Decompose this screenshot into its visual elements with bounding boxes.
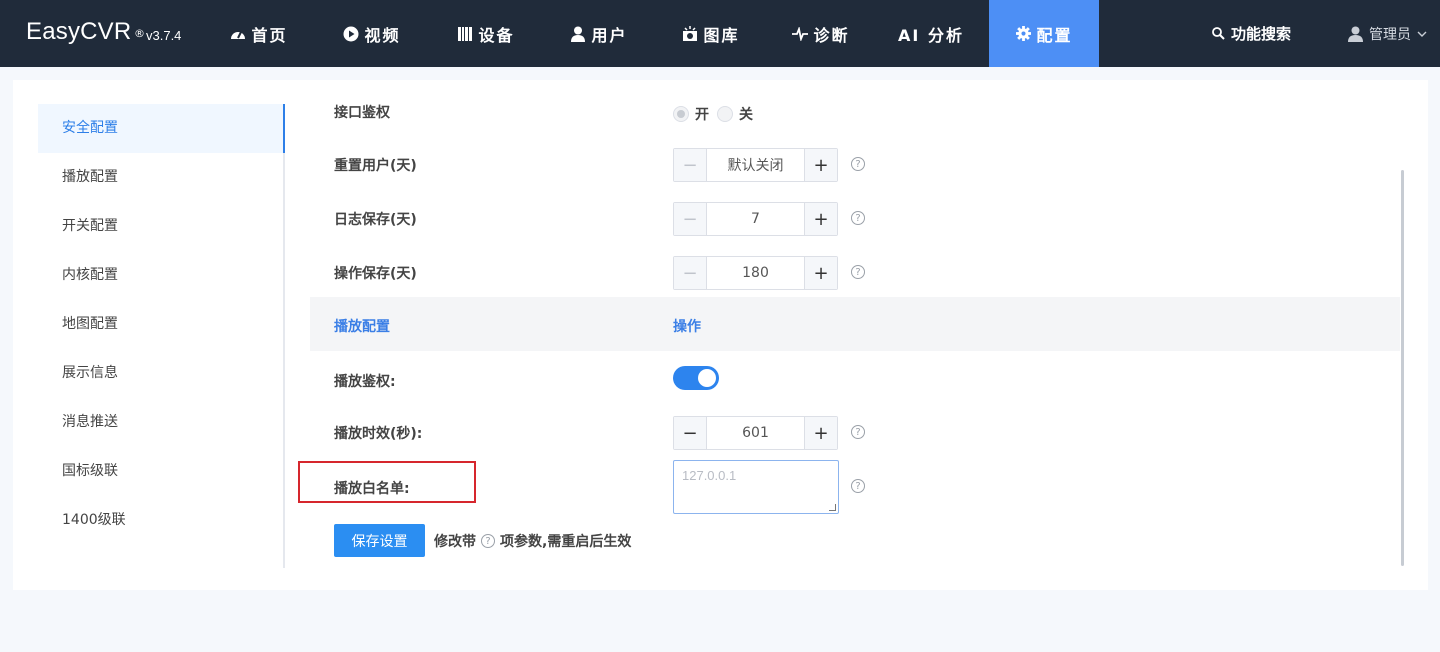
config-sidebar: 安全配置 播放配置 开关配置 内核配置 地图配置 展示信息 消息推送 国标级联 … [38,104,285,568]
sidebar-item-gb-cascade[interactable]: 国标级联 [38,447,283,496]
gallery-icon [682,25,698,42]
log-keep-value[interactable]: 7 [707,203,804,235]
sidebar-item-display-info[interactable]: 展示信息 [38,349,283,398]
pulse-icon [792,26,809,42]
api-auth-off-label[interactable]: 关 [739,104,753,124]
sidebar-item-1400-cascade[interactable]: 1400级联 [38,496,283,545]
user-icon [570,26,586,42]
api-auth-on-label[interactable]: 开 [695,104,709,124]
nav-ai-analysis[interactable]: AI 分析 [888,0,974,67]
dashboard-icon [230,26,246,42]
nav-config[interactable]: 配置 [989,0,1099,67]
user-menu[interactable]: 管理员 [1348,0,1427,67]
api-auth-radio-group: 开 关 [673,104,761,124]
feature-search[interactable]: 功能搜索 [1212,0,1291,67]
sidebar-item-security[interactable]: 安全配置 [38,104,285,153]
gear-icon [1015,26,1031,42]
log-keep-decrement-button[interactable]: − [674,203,707,235]
reset-user-decrement-button[interactable]: − [674,149,707,181]
play-timeout-decrement-button[interactable]: − [674,417,707,449]
sidebar-item-playback[interactable]: 播放配置 [38,153,283,202]
restart-note-help-icon: ? [481,534,495,548]
nav-user[interactable]: 用户 [556,0,642,67]
top-navbar: EasyCVR ® v3.7.4 首页 视频 设备 用户 图库 诊断 AI 分析… [0,0,1440,67]
sidebar-item-switches[interactable]: 开关配置 [38,202,283,251]
settings-card: 安全配置 播放配置 开关配置 内核配置 地图配置 展示信息 消息推送 国标级联 … [13,80,1428,590]
log-keep-stepper: − 7 + [673,202,838,236]
reset-user-row: 重置用户(天) − 默认关闭 + ? [310,148,1400,202]
reset-user-stepper: − 默认关闭 + [673,148,838,182]
content-scrollbar[interactable] [1401,170,1404,566]
annotation-highlight-box [298,461,476,503]
nav-home[interactable]: 首页 [216,0,302,67]
reset-user-increment-button[interactable]: + [804,149,837,181]
nav-home-label: 首页 [251,25,288,45]
app-version: v3.7.4 [146,28,182,43]
reset-user-help-icon[interactable]: ? [851,157,865,171]
operation-keep-increment-button[interactable]: + [804,257,837,289]
avatar-icon [1348,26,1363,42]
nav-video-label: 视频 [364,25,401,45]
resize-grip-icon[interactable] [829,504,836,511]
api-auth-on-radio[interactable] [673,106,689,122]
play-circle-icon [343,26,359,42]
nav-video[interactable]: 视频 [329,0,415,67]
log-keep-row: 日志保存(天) − 7 + ? [310,202,1400,256]
operation-keep-stepper: − 180 + [673,256,838,290]
play-timeout-stepper: − 601 + [673,416,838,450]
feature-search-label: 功能搜索 [1231,25,1292,43]
device-icon [457,26,473,42]
api-auth-label: 接口鉴权 [334,105,390,121]
api-auth-off-radio[interactable] [717,106,733,122]
play-timeout-help-icon[interactable]: ? [851,425,865,439]
play-whitelist-help-icon[interactable]: ? [851,479,865,493]
nav-diagnosis[interactable]: 诊断 [778,0,864,67]
nav-gallery-label: 图库 [703,25,740,45]
nav-config-label: 配置 [1036,25,1073,45]
reset-user-label: 重置用户(天) [334,158,417,174]
nav-device[interactable]: 设备 [443,0,529,67]
play-timeout-label: 播放时效(秒): [334,426,423,442]
log-keep-increment-button[interactable]: + [804,203,837,235]
play-timeout-increment-button[interactable]: + [804,417,837,449]
restart-note-prefix: 修改带 [434,534,476,550]
play-timeout-value[interactable]: 601 [707,417,804,449]
section-title: 播放配置 [334,319,390,335]
sidebar-item-kernel[interactable]: 内核配置 [38,251,283,300]
operation-keep-value[interactable]: 180 [707,257,804,289]
operation-keep-help-icon[interactable]: ? [851,265,865,279]
log-keep-help-icon[interactable]: ? [851,211,865,225]
restart-note-suffix: 项参数,需重启后生效 [500,534,632,550]
play-auth-row: 播放鉴权: [310,366,1400,420]
playback-section-header: 播放配置 操作 [310,297,1400,351]
log-keep-label: 日志保存(天) [334,212,417,228]
user-name: 管理员 [1369,26,1411,43]
nav-diagnosis-label: 诊断 [813,25,850,45]
section-action-header: 操作 [673,319,701,335]
play-auth-toggle[interactable] [673,366,719,390]
registered-mark: ® [134,27,145,40]
nav-device-label: 设备 [478,25,515,45]
nav-user-label: 用户 [591,25,628,45]
search-icon [1212,27,1225,40]
restart-note: 修改带 ? 项参数,需重启后生效 [434,531,631,551]
save-settings-button[interactable]: 保存设置 [334,524,425,557]
nav-ai-analysis-label: AI 分析 [898,25,964,45]
operation-keep-decrement-button[interactable]: − [674,257,707,289]
reset-user-value[interactable]: 默认关闭 [707,149,804,181]
play-whitelist-textarea[interactable]: 127.0.0.1 [673,460,839,514]
chevron-down-icon [1417,31,1427,37]
app-logo[interactable]: EasyCVR [26,18,131,46]
play-auth-label: 播放鉴权: [334,374,396,390]
play-whitelist-placeholder: 127.0.0.1 [682,468,737,483]
sidebar-item-message-push[interactable]: 消息推送 [38,398,283,447]
operation-keep-label: 操作保存(天) [334,266,417,282]
sidebar-item-map[interactable]: 地图配置 [38,300,283,349]
nav-gallery[interactable]: 图库 [668,0,754,67]
